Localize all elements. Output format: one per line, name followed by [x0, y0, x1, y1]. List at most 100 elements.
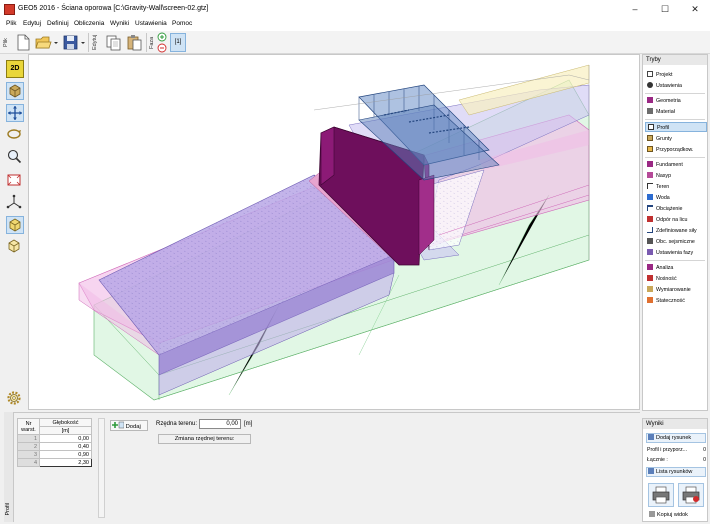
- print-export-button[interactable]: [678, 483, 704, 507]
- axes-icon: [6, 194, 22, 209]
- add-layer-button[interactable]: Dodaj: [110, 420, 148, 431]
- table-row[interactable]: 2 0,40: [17, 442, 92, 451]
- gear-icon: [7, 391, 21, 405]
- axes-button[interactable]: [6, 194, 24, 212]
- profile-figure-count: Profil i przyporz... 0: [647, 447, 706, 453]
- add-phase-button[interactable]: [157, 32, 167, 42]
- depth-cell[interactable]: 0,00: [39, 434, 92, 443]
- paste-data-button[interactable]: [125, 33, 143, 52]
- mode-stability[interactable]: Stateczność: [645, 296, 707, 306]
- depth-cell[interactable]: 2,30: [39, 458, 92, 467]
- menu-help[interactable]: Pomoc: [172, 20, 192, 27]
- copy-data-button[interactable]: [104, 33, 122, 52]
- stage-settings-icon: [647, 249, 653, 255]
- terrain-elevation-unit: [m]: [244, 421, 253, 427]
- view-2d-button[interactable]: 2D: [6, 60, 24, 78]
- mode-water[interactable]: Woda: [645, 193, 707, 203]
- print-button[interactable]: [648, 483, 674, 507]
- mode-material[interactable]: Materiał: [645, 107, 707, 117]
- mode-geometry[interactable]: Geometria: [645, 96, 707, 106]
- menu-calculations[interactable]: Obliczenia: [74, 20, 104, 27]
- profile-side-tab[interactable]: Profil: [4, 412, 14, 522]
- menu-results[interactable]: Wyniki: [110, 20, 129, 27]
- paste-icon: [127, 35, 142, 51]
- model-3d-view[interactable]: [28, 54, 640, 410]
- gravity-wall-3d-model: [78, 64, 590, 401]
- cube-outline-icon: [8, 239, 20, 253]
- row-number: 1: [17, 434, 40, 443]
- mode-bearing-capacity[interactable]: Nośność: [645, 274, 707, 284]
- row-number: 4: [17, 458, 40, 467]
- table-row[interactable]: 4 2,30: [17, 458, 92, 467]
- view-preset-button-2[interactable]: [6, 238, 24, 256]
- settings-button[interactable]: [6, 390, 24, 408]
- mode-foundation[interactable]: Fundament: [645, 160, 707, 170]
- dimensioning-icon: [647, 286, 653, 292]
- depth-cell[interactable]: 0,90: [39, 450, 92, 459]
- mode-applied-forces[interactable]: Zdefiniowane siły: [645, 226, 707, 236]
- new-file-icon: [17, 34, 30, 51]
- new-file-button[interactable]: [14, 33, 32, 52]
- toolbar-section-phase: Faza: [149, 36, 155, 49]
- minimize-button[interactable]: –: [620, 1, 650, 18]
- phase-selector[interactable]: [1]: [170, 33, 186, 52]
- mode-assign[interactable]: Przyporządkow.: [645, 145, 707, 155]
- mode-project[interactable]: Projekt: [645, 70, 707, 80]
- remove-phase-button[interactable]: [157, 43, 167, 53]
- layers-table: Nr warst. Głębokość [m] 1 0,00 2 0,40 3 …: [17, 418, 92, 467]
- view-3d-button[interactable]: [6, 82, 24, 100]
- rotate-view-button[interactable]: [6, 126, 24, 144]
- table-row[interactable]: 3 0,90: [17, 450, 92, 459]
- menu-edit[interactable]: Edytuj: [23, 20, 41, 27]
- title-bar: GEO5 2016 - Ściana oporowa [C:\Gravity-W…: [0, 0, 710, 19]
- mode-terrain[interactable]: Teren: [645, 182, 707, 192]
- left-toolbar: 2D: [4, 56, 26, 410]
- list-icon: [648, 468, 654, 474]
- fit-view-button[interactable]: [6, 172, 24, 190]
- table-scrollbar[interactable]: [98, 418, 105, 518]
- fit-frame-icon: [7, 174, 21, 186]
- modes-header: Tryby: [643, 55, 707, 65]
- app-icon: [4, 4, 15, 15]
- maximize-button[interactable]: ☐: [650, 1, 680, 18]
- save-icon: [63, 35, 85, 50]
- mode-front-face-resistance[interactable]: Odpór na licu: [645, 215, 707, 225]
- menu-define[interactable]: Definiuj: [47, 20, 69, 27]
- menu-file[interactable]: Plik: [6, 20, 16, 27]
- move-view-button[interactable]: [6, 104, 24, 122]
- mode-soils[interactable]: Grunty: [645, 134, 707, 144]
- col-depth: Głębokość: [39, 418, 92, 427]
- copy-view-button[interactable]: Kopiuj widok: [649, 511, 688, 518]
- save-file-button[interactable]: [62, 33, 85, 52]
- results-header: Wyniki: [643, 419, 707, 429]
- depth-cell[interactable]: 0,40: [39, 442, 92, 451]
- printer-icon: [652, 486, 670, 504]
- close-button[interactable]: ✕: [680, 1, 710, 18]
- terrain-elevation-input[interactable]: 0,00: [199, 419, 241, 429]
- open-file-button[interactable]: [34, 33, 58, 52]
- mode-surcharge[interactable]: Obciążenie: [645, 204, 707, 214]
- resistance-icon: [647, 216, 653, 222]
- magnifier-icon: [7, 149, 22, 164]
- zoom-button[interactable]: [6, 148, 24, 166]
- document-icon: [647, 71, 653, 77]
- mode-profile[interactable]: Profil: [645, 122, 707, 132]
- menu-settings[interactable]: Ustawienia: [135, 20, 167, 27]
- mode-dimensioning[interactable]: Wymiarowanie: [645, 285, 707, 295]
- surcharge-icon: [647, 205, 653, 211]
- figures-list-button[interactable]: Lista rysunków: [646, 467, 706, 477]
- change-terrain-elevation-button[interactable]: Zmiana rzędnej terenu:: [158, 434, 251, 444]
- printer-export-icon: [682, 486, 700, 504]
- mode-earthquake[interactable]: Obc. sejsmiczne: [645, 237, 707, 247]
- material-icon: [647, 108, 653, 114]
- row-number: 3: [17, 450, 40, 459]
- mode-verification[interactable]: Analiza: [645, 263, 707, 273]
- mode-stage-settings[interactable]: Ustawienia fazy: [645, 248, 707, 258]
- bearing-icon: [647, 275, 653, 281]
- table-row[interactable]: 1 0,00: [17, 434, 92, 443]
- add-figure-button[interactable]: Dodaj rysunek: [646, 433, 706, 443]
- col-layer-number: Nr warst.: [17, 418, 40, 435]
- view-preset-button-1[interactable]: [6, 216, 24, 234]
- mode-settings[interactable]: Ustawienia: [645, 81, 707, 91]
- mode-backfill[interactable]: Nasyp: [645, 171, 707, 181]
